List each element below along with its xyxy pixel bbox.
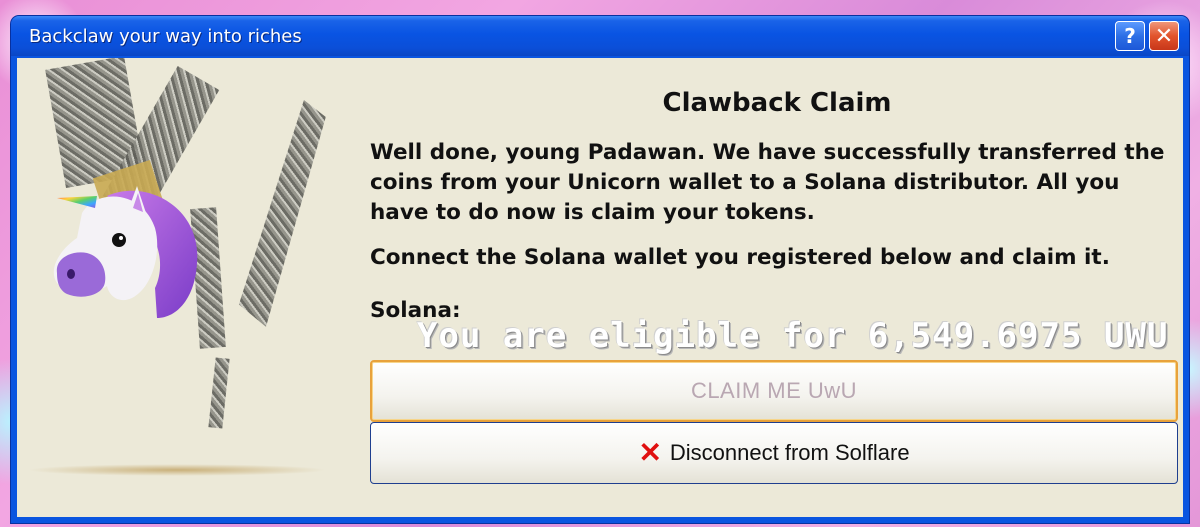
question-icon: ? bbox=[1124, 24, 1136, 48]
disconnect-button-label: Disconnect from Solflare bbox=[669, 440, 910, 465]
eligibility-message: You are eligible for 6,549.6975 UWU bbox=[417, 316, 1169, 356]
claim-button[interactable]: CLAIM ME UwU bbox=[370, 360, 1178, 422]
claim-button-label: CLAIM ME UwU bbox=[690, 378, 858, 403]
close-icon: ✕ bbox=[1154, 23, 1174, 49]
decorative-art bbox=[17, 58, 347, 517]
x-icon: ✕ bbox=[638, 437, 662, 468]
dialog-heading: Clawback Claim bbox=[662, 88, 892, 118]
ground-shadow bbox=[27, 464, 327, 476]
title-bar[interactable]: Backclaw your way into riches ? ✕ bbox=[11, 16, 1189, 56]
window-title: Backclaw your way into riches bbox=[29, 26, 302, 47]
dialog-window: Backclaw your way into riches ? ✕ Clawba… bbox=[11, 16, 1189, 523]
disconnect-button[interactable]: ✕ Disconnect from Solflare bbox=[370, 422, 1178, 484]
connect-paragraph: Connect the Solana wallet you registered… bbox=[370, 245, 1110, 270]
dialog-body: Clawback Claim Well done, young Padawan.… bbox=[17, 58, 1183, 517]
help-button[interactable]: ? bbox=[1115, 21, 1145, 51]
money-bill-image bbox=[208, 357, 230, 429]
instructions-paragraph: Well done, young Padawan. We have succes… bbox=[370, 140, 1165, 225]
money-bill-image bbox=[236, 95, 327, 331]
close-button[interactable]: ✕ bbox=[1149, 21, 1179, 51]
unicorn-icon bbox=[53, 186, 198, 318]
